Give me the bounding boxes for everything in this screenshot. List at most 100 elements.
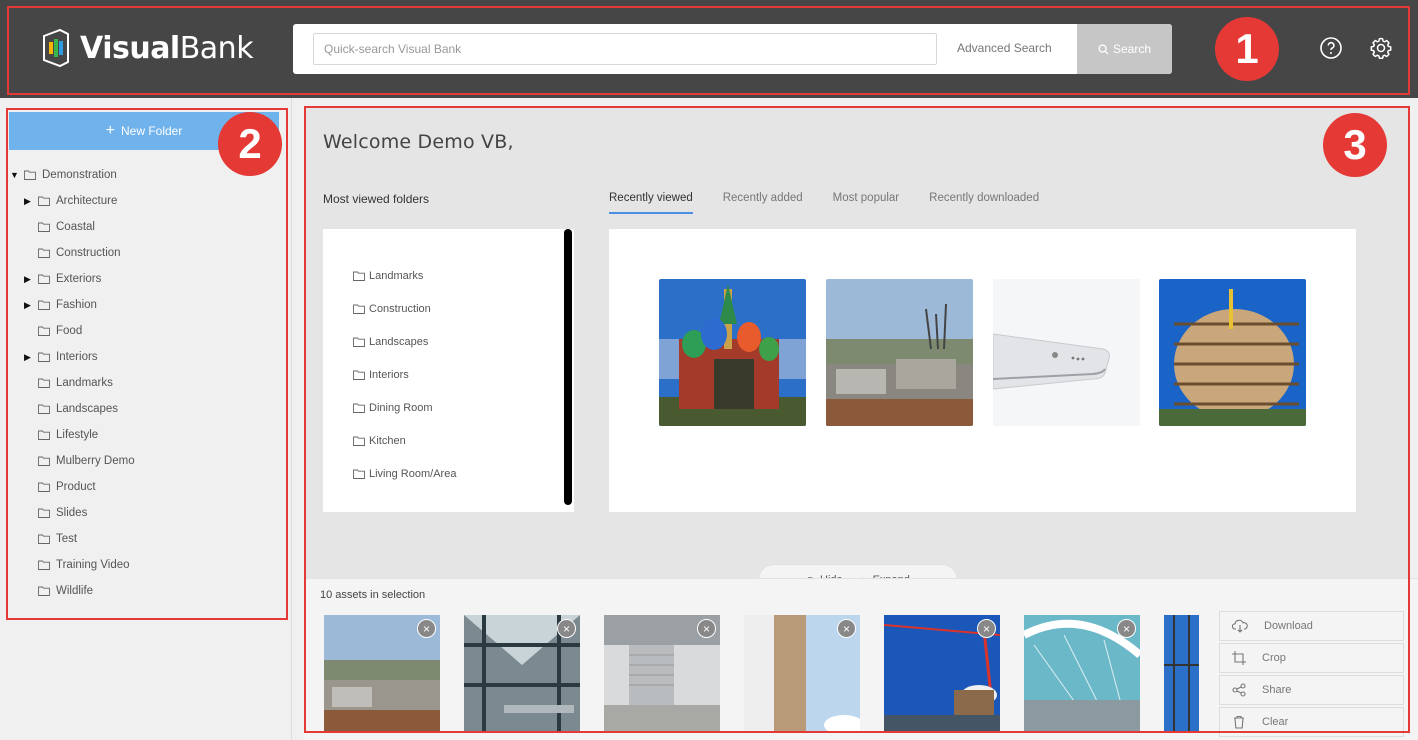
tree-item[interactable]: ▶ Exteriors — [24, 266, 135, 292]
remove-icon[interactable]: × — [977, 619, 996, 638]
most-viewed-folder[interactable]: Landmarks — [353, 259, 456, 292]
most-viewed-panel: Landmarks Construction Landscapes Interiors… — [323, 229, 574, 512]
tree-item[interactable]: Landscapes — [24, 396, 135, 422]
new-folder-label: New Folder — [120, 124, 183, 138]
selection-thumbnail[interactable]: × — [884, 615, 1000, 731]
caret-right-icon[interactable]: ▶ — [24, 196, 34, 207]
advanced-search-link[interactable]: Advanced Search — [957, 41, 1052, 55]
caret-right-icon[interactable]: ▶ — [24, 274, 34, 285]
search-button[interactable]: Search — [1077, 24, 1172, 74]
cloud-download-icon — [1232, 619, 1248, 633]
tree-item-label: Construction — [56, 247, 121, 259]
app-header: VisualBank Advanced Search Search — [0, 0, 1418, 98]
tree-item-root[interactable]: ▼ Demonstration — [10, 162, 135, 188]
visualbank-logo[interactable]: VisualBank — [40, 28, 254, 68]
tab-recently-downloaded[interactable]: Recently downloaded — [929, 192, 1039, 214]
folder-icon — [38, 222, 50, 232]
trash-icon — [1234, 715, 1244, 729]
selection-thumbnail[interactable]: × — [464, 615, 580, 731]
most-viewed-folder[interactable]: Dining Room — [353, 391, 456, 424]
logo-text: VisualBank — [80, 30, 254, 66]
tree-item[interactable]: ▶ Interiors — [24, 344, 135, 370]
quick-search-input[interactable] — [313, 33, 937, 65]
tree-item-label: Exteriors — [56, 273, 102, 285]
folder-icon — [353, 370, 365, 380]
tab-recently-added[interactable]: Recently added — [723, 192, 803, 214]
tree-item[interactable]: Product — [24, 474, 135, 500]
crop-button[interactable]: Crop — [1219, 643, 1404, 673]
gear-icon[interactable] — [1369, 36, 1393, 60]
folder-icon — [38, 586, 50, 596]
folder-icon — [38, 300, 50, 310]
tree-item[interactable]: ▶ Architecture — [24, 188, 135, 214]
tree-item-label: Interiors — [56, 351, 98, 363]
tree-item-label: Test — [56, 533, 78, 545]
tree-item[interactable]: Food — [24, 318, 135, 344]
remove-icon[interactable]: × — [417, 619, 436, 638]
most-viewed-list: Landmarks Construction Landscapes Interiors… — [353, 259, 456, 490]
asset-thumbnail[interactable] — [659, 279, 806, 426]
most-viewed-folder[interactable]: Landscapes — [353, 325, 456, 358]
download-button[interactable]: Download — [1219, 611, 1404, 641]
most-viewed-folder[interactable]: Kitchen — [353, 424, 456, 457]
tree-item-label: Wildlife — [56, 585, 94, 597]
folder-label: Kitchen — [369, 434, 406, 447]
remove-icon[interactable]: × — [837, 619, 856, 638]
tree-item[interactable]: Lifestyle — [24, 422, 135, 448]
tree-item[interactable]: Mulberry Demo — [24, 448, 135, 474]
tree-item-label: Landmarks — [56, 377, 113, 389]
share-icon — [1232, 683, 1246, 697]
tree-item[interactable]: ▶ Fashion — [24, 292, 135, 318]
selection-thumbnail[interactable]: × — [324, 615, 440, 731]
remove-icon[interactable]: × — [557, 619, 576, 638]
selection-count: 10 assets in selection — [320, 589, 426, 601]
most-viewed-folder[interactable]: Living Room/Area — [353, 457, 456, 490]
folder-icon — [353, 436, 365, 446]
asset-thumbnail[interactable] — [1159, 279, 1306, 426]
help-circle-icon[interactable] — [1319, 36, 1343, 60]
building-construction-image — [1159, 279, 1306, 426]
folder-label: Interiors — [369, 368, 409, 381]
tree-item-label: Mulberry Demo — [56, 455, 135, 467]
tree-item-label: Product — [56, 481, 96, 493]
cathedral-image — [659, 279, 806, 426]
tree-item[interactable]: Training Video — [24, 552, 135, 578]
caret-right-icon[interactable]: ▶ — [24, 300, 34, 311]
asset-thumbnail[interactable] — [826, 279, 973, 426]
asset-thumbnail[interactable] — [993, 279, 1140, 426]
most-viewed-folder[interactable]: Interiors — [353, 358, 456, 391]
scrollbar[interactable] — [564, 229, 572, 505]
tab-most-popular[interactable]: Most popular — [833, 192, 899, 214]
plus-icon: + — [105, 122, 115, 139]
folder-icon — [38, 352, 50, 362]
action-label: Clear — [1262, 716, 1289, 728]
tree-item-label: Lifestyle — [56, 429, 99, 441]
tree-item[interactable]: Landmarks — [24, 370, 135, 396]
tree-item[interactable]: Test — [24, 526, 135, 552]
tree-item[interactable]: Construction — [24, 240, 135, 266]
selection-thumbnail[interactable]: × — [604, 615, 720, 731]
tree-item[interactable]: Slides — [24, 500, 135, 526]
caret-down-icon[interactable]: ▼ — [10, 170, 20, 180]
tab-recently-viewed[interactable]: Recently viewed — [609, 192, 693, 214]
folder-label: Living Room/Area — [369, 467, 457, 480]
remove-icon[interactable]: × — [697, 619, 716, 638]
share-button[interactable]: Share — [1219, 675, 1404, 705]
tree-item[interactable]: Wildlife — [24, 578, 135, 604]
remove-icon[interactable]: × — [1117, 619, 1136, 638]
tree-item[interactable]: Coastal — [24, 214, 135, 240]
clear-button[interactable]: Clear — [1219, 707, 1404, 737]
folder-icon — [38, 378, 50, 388]
folder-icon — [353, 469, 365, 479]
selection-thumbnail[interactable]: × — [744, 615, 860, 731]
folder-icon — [38, 430, 50, 440]
logo-mark-icon — [43, 28, 69, 68]
search-button-label: Search — [1112, 42, 1152, 56]
tower-image — [1164, 615, 1199, 731]
tree-item-label: Architecture — [56, 195, 118, 207]
selection-thumbnail[interactable] — [1164, 615, 1199, 731]
most-viewed-folder[interactable]: Construction — [353, 292, 456, 325]
tree-children: ▶ Architecture Coastal Construction ▶ Exterio… — [10, 188, 135, 604]
caret-right-icon[interactable]: ▶ — [24, 352, 34, 363]
selection-thumbnail[interactable]: × — [1024, 615, 1140, 731]
